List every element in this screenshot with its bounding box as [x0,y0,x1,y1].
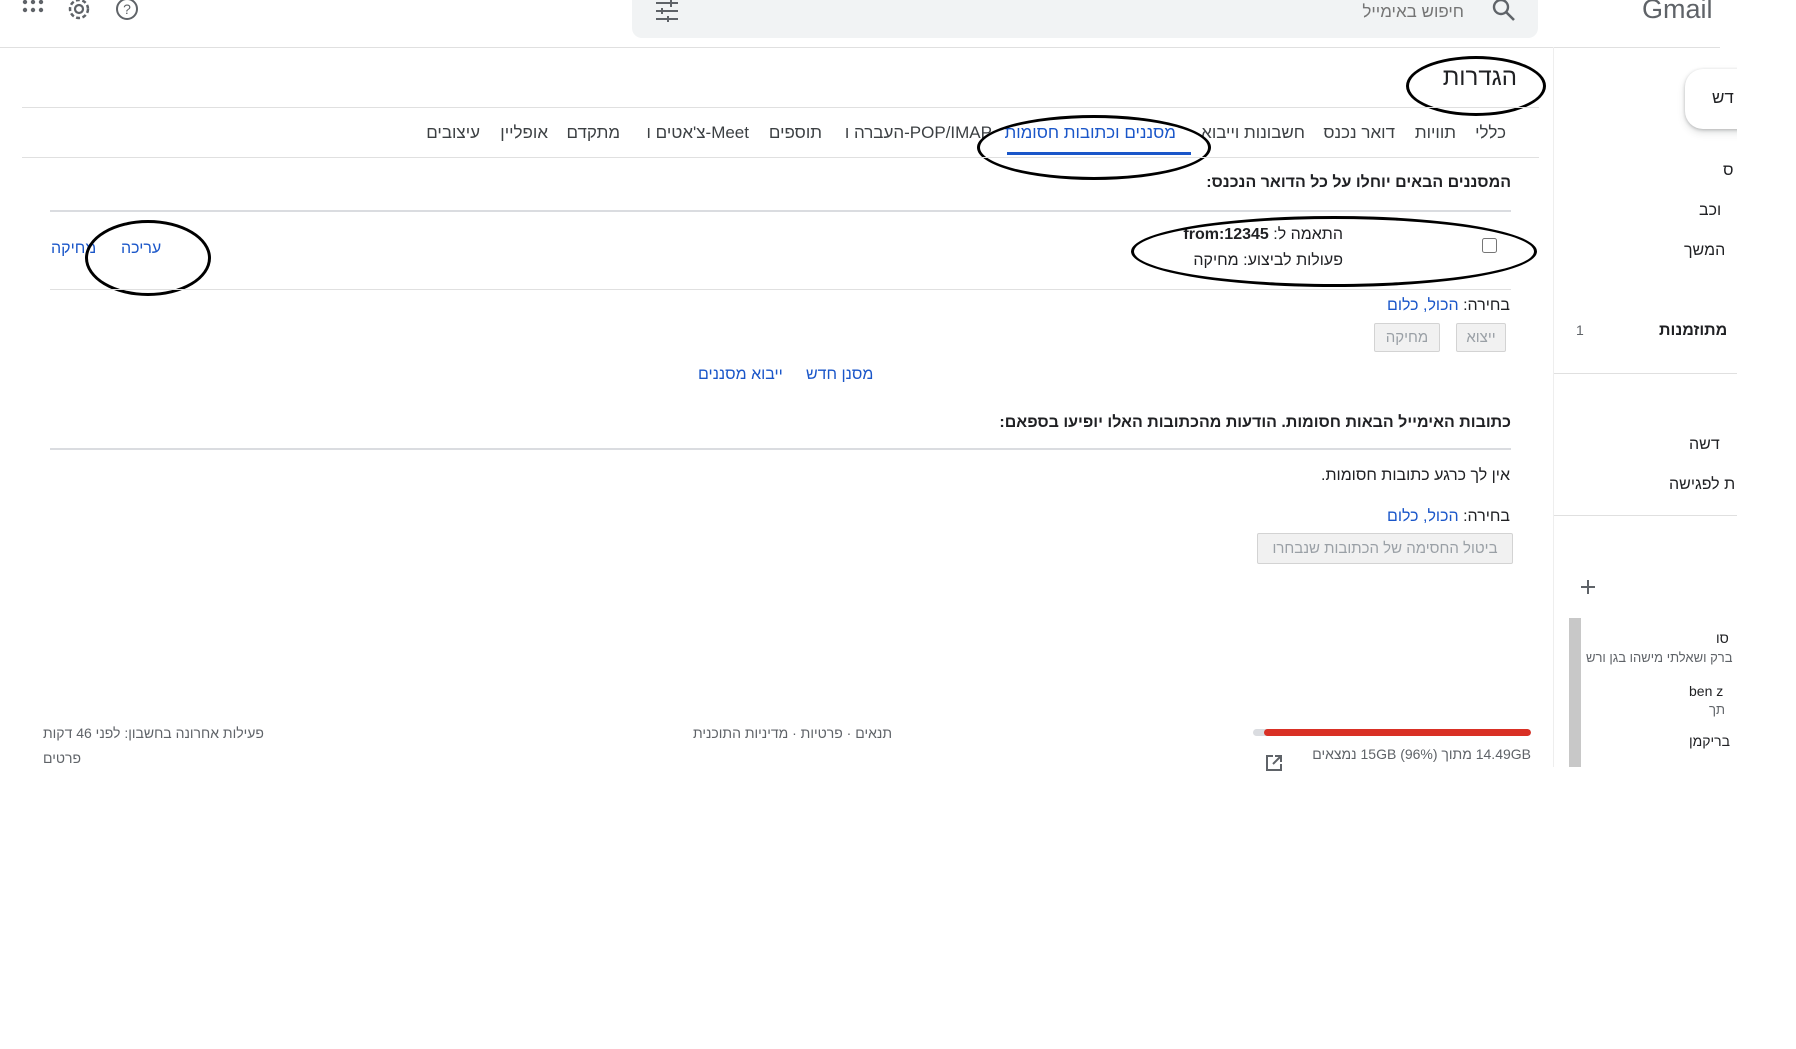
filter-delete-link[interactable]: מחיקה [51,240,96,258]
sidebar-item-snoozed[interactable]: המשך [1684,242,1725,260]
last-activity-text: פעילות אחרונה בחשבון: לפני 46 דקות [43,725,264,741]
chat-item-name-1[interactable]: סו [1716,630,1729,646]
storage-text: 14.49GB מתוך 15GB (96%) נמצאים [1312,746,1531,762]
svg-text:?: ? [123,1,131,17]
sidebar-scheduled-count: 1 [1576,322,1584,338]
select-label: בחירה: [1463,297,1510,314]
blocked-select-label: בחירה: [1463,508,1510,525]
gmail-logo: Gmail [1642,0,1713,24]
unblock-selected-button[interactable]: ביטול החסימה של הכתובות שנבחרו [1257,533,1513,564]
compose-button[interactable]: דש [1685,69,1737,129]
gear-icon[interactable] [66,0,92,22]
storage-bar [1253,729,1531,736]
help-icon[interactable]: ? [114,0,140,22]
filter-checkbox[interactable] [1482,238,1497,253]
sidebar: דש ס וכב המשך 1 מתוזמנות דשה ת לפגישה סו… [1553,47,1737,767]
filters-selection: בחירה: הכול, כלום [1387,297,1510,315]
plus-icon[interactable] [1580,579,1596,595]
chat-item-name-3[interactable]: בריקמן [1689,733,1730,749]
tab-forwarding-pop-imap[interactable]: העברה ו-POP/IMAP [845,123,992,143]
filter-actions-value: מחיקה [1193,252,1239,269]
tab-accounts-import[interactable]: חשבונות וייבוא [1201,123,1305,143]
footer-links[interactable]: תנאים · פרטיות · מדיניות התוכנית [693,725,892,741]
tab-offline[interactable]: אופליין [500,123,548,143]
filter-match-value: from:12345 [1183,226,1269,243]
blocked-heading: כתובות האימייל הבאות חסומות. הודעות מהכת… [999,414,1511,431]
select-all-none-link[interactable]: הכול, כלום [1387,297,1459,314]
chat-item-name-2[interactable]: ben z [1689,683,1723,699]
blocked-select-all-none-link[interactable]: הכול, כלום [1387,508,1459,525]
filters-heading: המסננים הבאים יוחלו על כל הדואר הנכנס: [1206,174,1511,191]
tab-labels[interactable]: תוויות [1415,123,1456,143]
blocked-selection: בחירה: הכול, כלום [1387,508,1510,526]
tune-icon[interactable] [654,0,680,22]
tab-chat-meet[interactable]: צ'אטים ו-Meet [647,123,750,143]
tab-inbox[interactable]: דואר נכנס [1323,123,1395,143]
tab-general[interactable]: כללי [1475,123,1506,143]
blocked-empty-text: אין לך כרגע כתובות חסומות. [1321,467,1510,484]
search-bar[interactable] [632,0,1538,38]
chat-scrollbar[interactable] [1569,618,1581,767]
filter-actions-label: פעולות לביצוע: [1243,252,1343,269]
import-filters-link[interactable]: ייבוא מסננים [698,366,783,384]
chat-item-preview-1: ברק ושאלתי מישהו בגן ורש [1586,650,1733,665]
compose-label: דש [1712,88,1734,107]
details-link[interactable]: פרטים [43,750,81,766]
filter-match-label: התאמה ל: [1273,226,1343,243]
sidebar-item-starred[interactable]: וכב [1699,202,1721,220]
sidebar-item-join-meeting[interactable]: ת לפגישה [1669,476,1735,494]
tab-themes[interactable]: עיצובים [426,123,480,143]
filter-criteria: התאמה ל: from:12345 [1183,226,1343,244]
chat-item-preview-2: תך [1709,702,1725,717]
sidebar-item-scheduled[interactable]: מתוזמנות [1659,322,1727,340]
filter-actions: פעולות לביצוע: מחיקה [1193,252,1343,270]
delete-selected-button[interactable]: מחיקה [1374,323,1440,352]
create-filter-link[interactable]: מסנן חדש [806,366,873,384]
export-button[interactable]: ייצוא [1456,323,1506,352]
tab-filters-blocked[interactable]: מסננים וכתובות חסומות [1004,123,1176,143]
sidebar-item-sent[interactable]: ס [1723,162,1734,180]
active-tab-indicator [1007,152,1191,155]
search-input[interactable] [702,0,1466,24]
apps-grid-icon[interactable] [22,0,46,20]
filter-edit-link[interactable]: עריכה [121,240,161,258]
page-title: הגדרות [1442,64,1517,91]
sidebar-item-new-meeting[interactable]: דשה [1689,436,1720,454]
tab-addons[interactable]: תוספים [769,123,822,143]
storage-bar-fill [1264,729,1531,736]
tab-advanced[interactable]: מתקדם [566,123,620,143]
search-icon[interactable] [1492,0,1516,22]
open-in-new-icon[interactable] [1265,754,1283,772]
